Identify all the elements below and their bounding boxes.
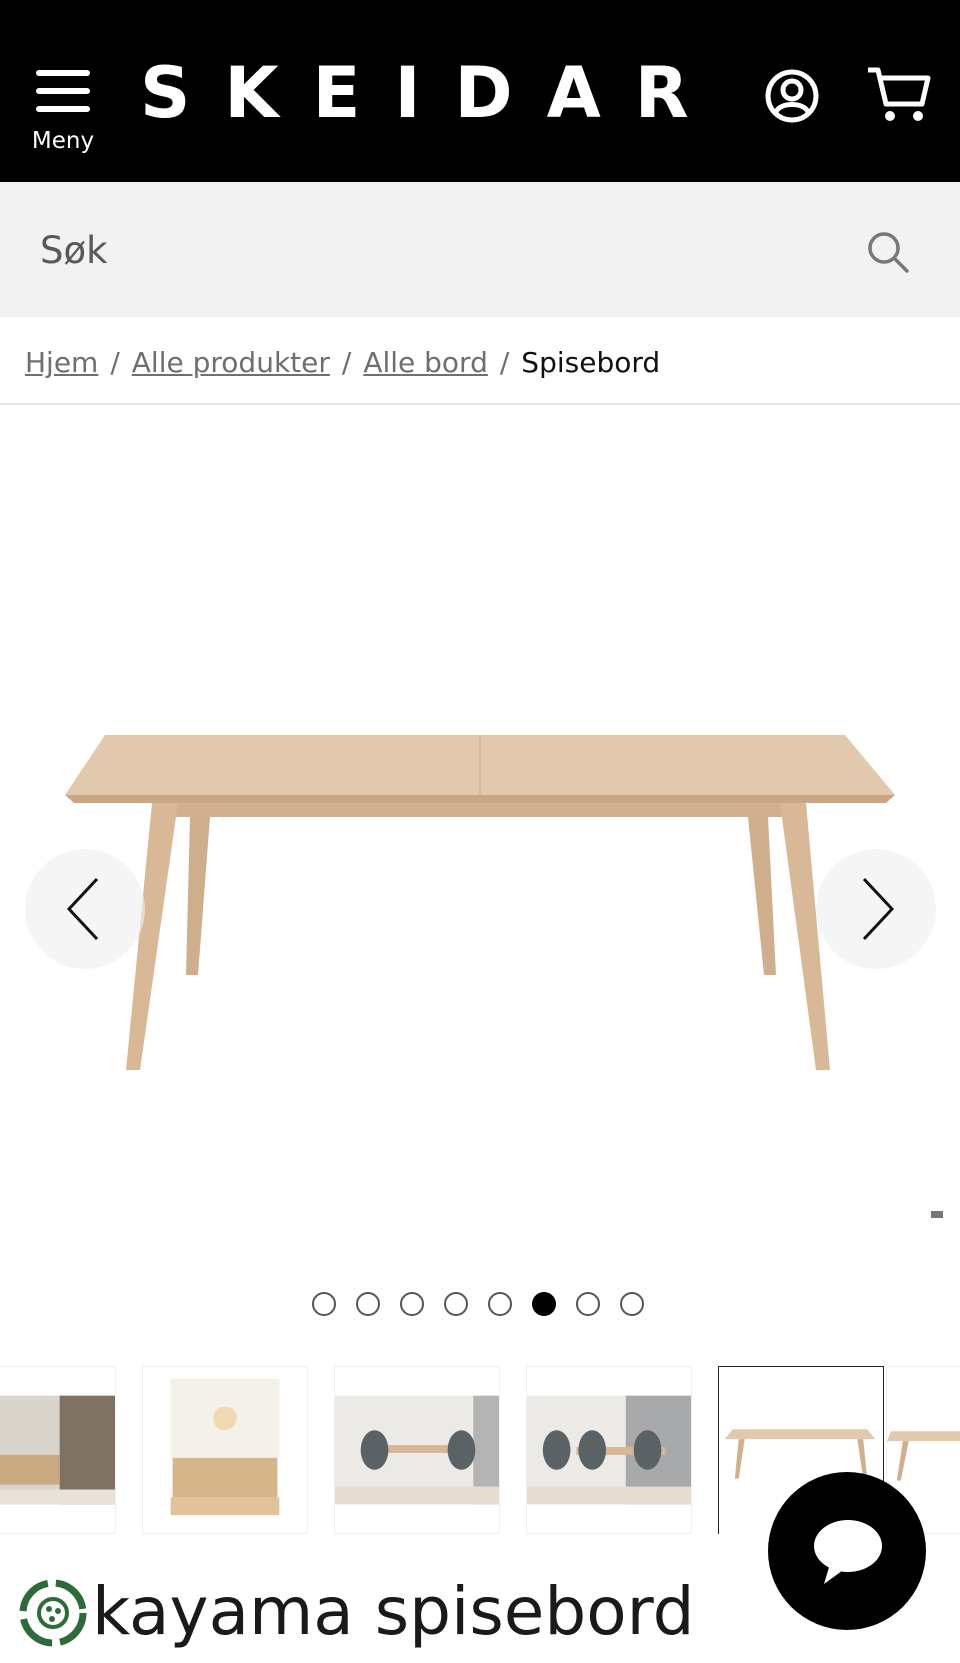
- chevron-left-icon: [66, 877, 99, 941]
- product-gallery: [0, 405, 960, 1285]
- thumbnail-image: [335, 1395, 499, 1505]
- gallery-dot[interactable]: [576, 1292, 600, 1316]
- breadcrumb-separator: /: [499, 346, 510, 379]
- menu-icon-bar: [36, 70, 90, 76]
- thumbnail-image: [527, 1395, 691, 1505]
- menu-button[interactable]: Meny: [28, 66, 98, 162]
- gallery-next-button[interactable]: [816, 849, 936, 969]
- recycle-badge-icon[interactable]: [18, 1578, 88, 1648]
- chat-button[interactable]: [768, 1472, 926, 1630]
- thumbnail-grey-chairs-2[interactable]: [526, 1366, 692, 1534]
- breadcrumb: Hjem / Alle produkter / Alle bord / Spisebord: [25, 346, 660, 384]
- gallery-dot[interactable]: [488, 1292, 512, 1316]
- gallery-dot[interactable]: [312, 1292, 336, 1316]
- thumbnail-image: [143, 1378, 307, 1516]
- gallery-dot[interactable]: [444, 1292, 468, 1316]
- thumbnail-image: [0, 1395, 115, 1505]
- breadcrumb-link-all-tables[interactable]: Alle bord: [363, 346, 488, 379]
- gallery-dot[interactable]: [620, 1292, 644, 1316]
- gallery-dot[interactable]: [356, 1292, 380, 1316]
- breadcrumb-current: Spisebord: [521, 346, 661, 379]
- breadcrumb-link-all-products[interactable]: Alle produkter: [132, 346, 330, 379]
- menu-icon-bar: [36, 106, 90, 112]
- gallery-prev-button[interactable]: [25, 849, 145, 969]
- product-title: kayama spisebord: [92, 1573, 695, 1650]
- thumbnail-dining-bright[interactable]: [142, 1366, 308, 1534]
- search-bar: [0, 182, 960, 317]
- breadcrumb-separator: /: [341, 346, 352, 379]
- thumbnail-living-room[interactable]: [0, 1366, 116, 1534]
- breadcrumb-link-home[interactable]: Hjem: [25, 346, 98, 379]
- gallery-dot-active[interactable]: [532, 1292, 556, 1316]
- menu-label: Meny: [31, 128, 95, 154]
- breadcrumb-separator: /: [110, 346, 120, 379]
- image-marker: [931, 1211, 943, 1218]
- chat-bubble-icon: [814, 1520, 882, 1584]
- thumbnail-grey-chairs[interactable]: [334, 1366, 500, 1534]
- account-icon[interactable]: [764, 68, 820, 124]
- search-input[interactable]: [40, 212, 820, 288]
- chevron-right-icon: [862, 877, 895, 941]
- product-image-dining-table[interactable]: [60, 735, 900, 1115]
- cart-icon[interactable]: [866, 66, 932, 124]
- site-logo[interactable]: SKEIDAR: [140, 56, 723, 130]
- menu-icon-bar: [36, 88, 90, 94]
- search-icon[interactable]: [866, 230, 910, 274]
- site-header: Meny SKEIDAR: [0, 0, 960, 182]
- gallery-dot[interactable]: [400, 1292, 424, 1316]
